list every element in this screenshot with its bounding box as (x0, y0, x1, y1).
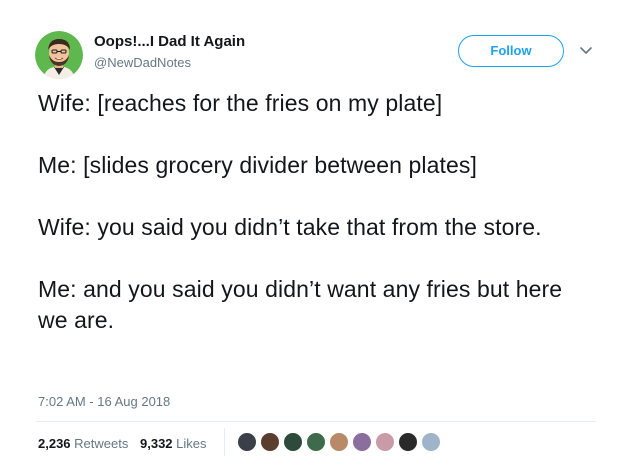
stats-divider (224, 428, 225, 456)
tweet-paragraph: Me: and you said you didn’t want any fri… (38, 276, 563, 333)
liker-avatar[interactable] (282, 431, 304, 453)
tweet-paragraph: Wife: you said you didn’t take that from… (38, 214, 542, 240)
liker-avatar[interactable] (236, 431, 258, 453)
tweet-paragraph: Wife: [reaches for the fries on my plate… (38, 90, 443, 116)
liker-avatar[interactable] (374, 431, 396, 453)
author-handle[interactable]: @NewDadNotes (94, 56, 245, 69)
tweet-stats: 2,236 Retweets 9,332 Likes (38, 436, 215, 451)
likes-label: Likes (176, 436, 207, 451)
follow-button[interactable]: Follow (458, 35, 564, 67)
tweet-text: Wife: [reaches for the fries on my plate… (38, 88, 598, 367)
cartoon-face-avatar-icon (35, 31, 83, 79)
likes-count: 9,332 (140, 436, 173, 451)
author-names: Oops!...I Dad It Again @NewDadNotes (94, 34, 245, 69)
liker-avatar[interactable] (305, 431, 327, 453)
liker-avatars (236, 431, 443, 453)
liker-avatar[interactable] (328, 431, 350, 453)
retweets-label: Retweets (74, 436, 129, 451)
liker-avatar[interactable] (397, 431, 419, 453)
author-avatar[interactable] (35, 31, 83, 79)
tweet-timestamp[interactable]: 7:02 AM - 16 Aug 2018 (38, 394, 170, 409)
tweet-paragraph: Me: [slides grocery divider between plat… (38, 152, 477, 178)
liker-avatar[interactable] (420, 431, 442, 453)
retweets-count: 2,236 (38, 436, 71, 451)
retweets-stat[interactable]: 2,236 Retweets (38, 436, 128, 451)
tweet-card: Oops!...I Dad It Again @NewDadNotes Foll… (0, 0, 632, 466)
divider (36, 421, 596, 422)
likes-stat[interactable]: 9,332 Likes (140, 436, 207, 451)
liker-avatar[interactable] (351, 431, 373, 453)
author-display-name[interactable]: Oops!...I Dad It Again (94, 34, 245, 49)
chevron-down-icon[interactable] (578, 44, 594, 56)
liker-avatar[interactable] (259, 431, 281, 453)
